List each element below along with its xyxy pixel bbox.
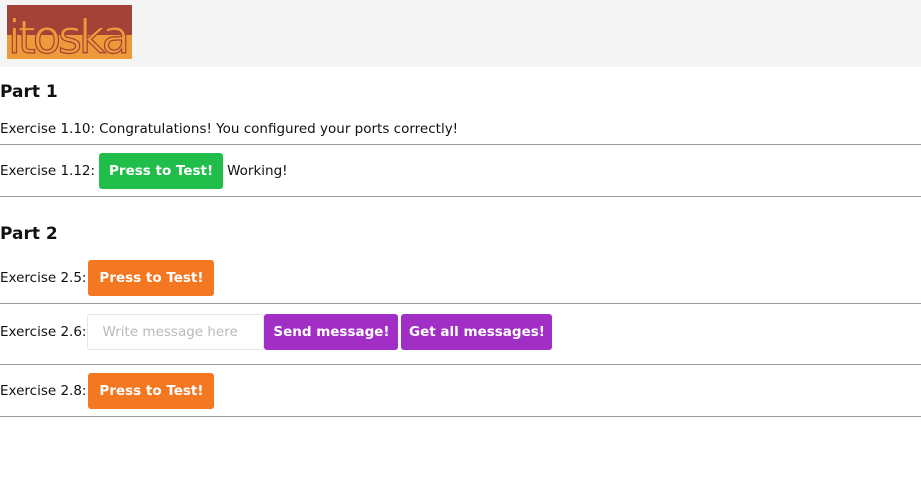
divider (0, 364, 921, 365)
message-input[interactable] (87, 314, 265, 350)
exercise-1-10-message: Congratulations! You configured your por… (99, 121, 459, 137)
exercise-2-8-test-button[interactable]: Press to Test! (88, 373, 215, 409)
exercise-1-12-label: Exercise 1.12: (0, 163, 96, 179)
exercise-2-5-label: Exercise 2.5: (0, 270, 87, 286)
exercise-1-12-test-button[interactable]: Press to Test! (99, 153, 224, 189)
divider (0, 303, 921, 304)
exercise-2-5-test-button[interactable]: Press to Test! (88, 260, 215, 296)
divider (0, 196, 921, 197)
divider (0, 416, 921, 417)
exercise-2-8-row: Exercise 2.8: Press to Test! (0, 373, 921, 409)
exercise-1-10-row: Exercise 1.10: Congratulations! You conf… (0, 119, 921, 139)
exercise-2-6-row: Exercise 2.6: Send message! Get all mess… (0, 314, 921, 350)
exercise-1-12-status: Working! (227, 163, 288, 179)
divider (0, 144, 921, 145)
send-message-button[interactable]: Send message! (264, 314, 399, 350)
part1-title: Part 1 (0, 82, 58, 102)
exercise-2-8-label: Exercise 2.8: (0, 383, 87, 399)
itoska-logo: itoska (7, 5, 132, 59)
site-header: itoska (0, 0, 921, 67)
svg-text:itoska: itoska (8, 10, 127, 59)
exercise-2-5-row: Exercise 2.5: Press to Test! (0, 260, 921, 296)
exercise-2-6-label: Exercise 2.6: (0, 324, 87, 340)
part2-title: Part 2 (0, 224, 58, 244)
get-all-messages-button[interactable]: Get all messages! (401, 314, 553, 350)
exercise-1-10-label: Exercise 1.10: (0, 121, 96, 137)
exercise-1-12-row: Exercise 1.12: Press to Test! Working! (0, 153, 921, 189)
